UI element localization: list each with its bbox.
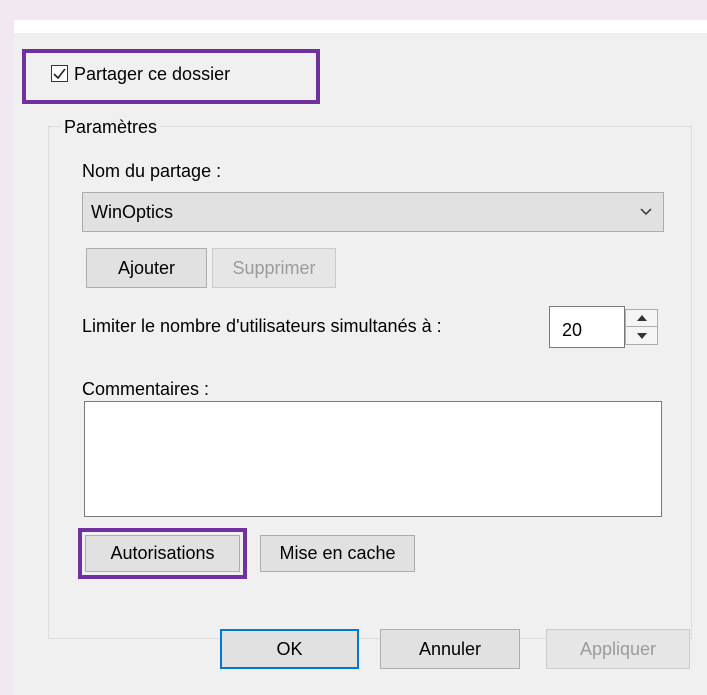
triangle-up-icon: [636, 315, 647, 321]
user-limit-value: 20: [562, 320, 583, 340]
remove-button[interactable]: Supprimer: [212, 248, 336, 288]
share-folder-checkbox[interactable]: [51, 65, 68, 82]
apply-button[interactable]: Appliquer: [546, 629, 690, 669]
ok-button[interactable]: OK: [220, 629, 359, 669]
background-band-left: [0, 0, 14, 695]
user-limit-input[interactable]: 20: [549, 306, 625, 348]
share-folder-label[interactable]: Partager ce dossier: [74, 65, 230, 83]
spin-up-button[interactable]: [626, 310, 657, 327]
cancel-button[interactable]: Annuler: [380, 629, 520, 669]
add-button[interactable]: Ajouter: [86, 248, 207, 288]
comments-label: Commentaires :: [82, 379, 210, 399]
permissions-button[interactable]: Autorisations: [85, 535, 240, 572]
caching-button[interactable]: Mise en cache: [260, 535, 415, 572]
user-limit-spinner[interactable]: [625, 309, 658, 345]
chevron-down-icon: [640, 208, 652, 216]
background-band-top: [0, 0, 707, 20]
share-name-label: Nom du partage :: [82, 161, 222, 181]
share-dialog: Partager ce dossier Paramètres Nom du pa…: [14, 33, 707, 695]
triangle-down-icon: [636, 332, 647, 339]
parameters-legend: Paramètres: [61, 118, 161, 136]
spin-down-button[interactable]: [626, 327, 657, 344]
comments-textarea[interactable]: [84, 401, 662, 517]
checkmark-icon: [53, 68, 66, 80]
share-name-value: WinOptics: [91, 202, 174, 222]
user-limit-label: Limiter le nombre d'utilisateurs simulta…: [82, 316, 442, 336]
share-name-dropdown[interactable]: WinOptics: [82, 192, 664, 232]
